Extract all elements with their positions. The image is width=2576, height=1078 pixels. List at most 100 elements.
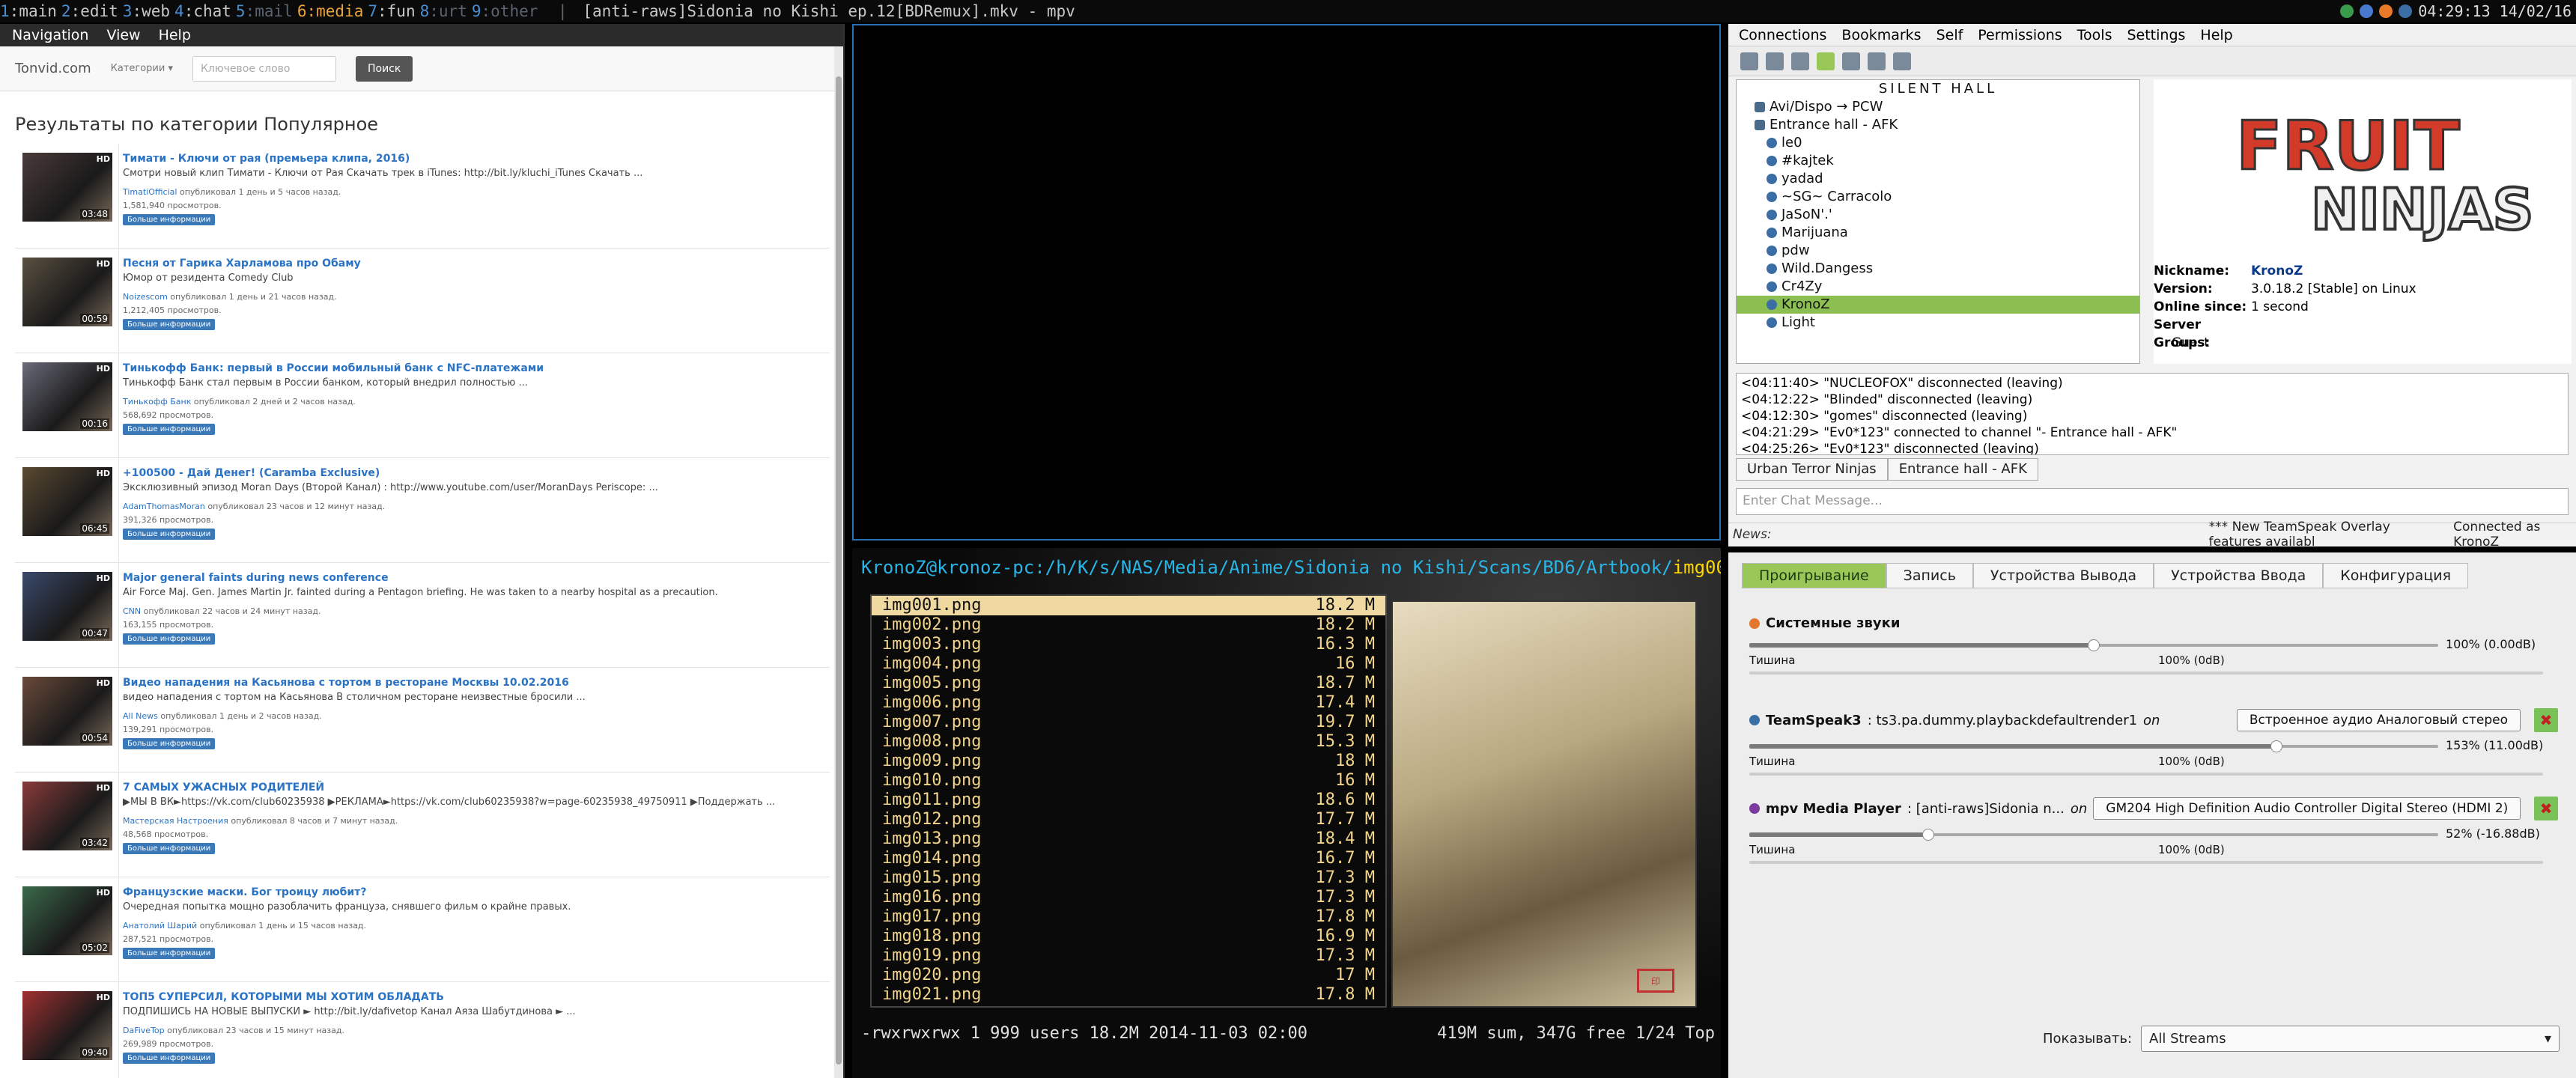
video-author-link[interactable]: Тинькофф Банк <box>123 397 191 406</box>
show-select[interactable]: All Streams ▾ <box>2141 1026 2560 1052</box>
menu-help[interactable]: Help <box>151 27 198 43</box>
file-row[interactable]: img010.png 16 M <box>872 771 1385 791</box>
tab-playback[interactable]: Проигрывание <box>1742 563 1886 588</box>
file-row[interactable]: img006.png 17.4 M <box>872 693 1385 713</box>
client-node[interactable]: pdw <box>1737 242 2139 260</box>
video-title-link[interactable]: Песня от Гарика Харламова про Обаму <box>123 258 361 270</box>
teamspeak-tray-icon[interactable] <box>2399 4 2413 18</box>
client-node[interactable]: ~SG~ Carracolo <box>1737 188 2139 206</box>
disconnect-icon[interactable] <box>1766 52 1784 70</box>
site-logo[interactable]: Tonvid.com <box>15 61 91 76</box>
file-row[interactable]: img013.png 18.4 M <box>872 829 1385 849</box>
video-author-link[interactable]: Мастерская Настроения <box>123 816 228 826</box>
workspace-web[interactable]: 3:web <box>123 0 170 22</box>
rocket-icon[interactable] <box>2379 4 2393 18</box>
workspace-chat[interactable]: 4:chat <box>174 0 231 22</box>
file-row[interactable]: img005.png 18.7 M <box>872 674 1385 693</box>
video-thumbnail[interactable]: HD 05:02 <box>22 886 112 955</box>
output-device-select[interactable]: Встроенное аудио Аналоговый стерео <box>2236 709 2521 731</box>
file-row[interactable]: img012.png 17.7 M <box>872 810 1385 829</box>
more-info-button[interactable]: Больше информации <box>123 843 216 854</box>
more-info-button[interactable]: Больше информации <box>123 738 216 749</box>
connect-icon[interactable] <box>1740 52 1758 70</box>
video-author-link[interactable]: DaFiveTop <box>123 1026 165 1035</box>
video-title-link[interactable]: Major general faints during news confere… <box>123 572 389 584</box>
mute-speakers-icon[interactable] <box>1842 52 1860 70</box>
more-info-button[interactable]: Больше информации <box>123 948 216 959</box>
tab-output-devices[interactable]: Устройства Вывода <box>1972 563 2154 588</box>
video-title-link[interactable]: Тинькофф Банк: первый в России мобильный… <box>123 362 544 374</box>
video-author-link[interactable]: CNN <box>123 606 141 616</box>
tab-server[interactable]: Urban Terror Ninjas <box>1736 458 1888 481</box>
menu-permissions[interactable]: Permissions <box>1972 27 2068 43</box>
volume-slider[interactable]: 153% (11.00dB) <box>1749 738 2558 753</box>
volume-slider[interactable]: 100% (0.00dB) <box>1749 637 2558 652</box>
client-node[interactable]: Light <box>1737 314 2139 332</box>
tab-configuration[interactable]: Конфигурация <box>2323 563 2469 588</box>
workspace-edit[interactable]: 2:edit <box>61 0 118 22</box>
video-title-link[interactable]: Тимати - Ключи от рая (премьера клипа, 2… <box>123 153 410 165</box>
more-info-button[interactable]: Больше информации <box>123 1053 216 1064</box>
tab-recording[interactable]: Запись <box>1886 563 1973 588</box>
file-row[interactable]: img016.png 17.3 M <box>872 888 1385 907</box>
more-info-button[interactable]: Больше информации <box>123 214 216 225</box>
away-icon[interactable] <box>1791 52 1809 70</box>
video-thumbnail[interactable]: HD 00:54 <box>22 677 112 746</box>
video-title-link[interactable]: 7 САМЫХ УЖАСНЫХ РОДИТЕЛЕЙ <box>123 782 324 794</box>
server-name[interactable]: SILENT HALL <box>1737 80 2139 98</box>
video-title-link[interactable]: +100500 - Дай Денег! (Caramba Exclusive) <box>123 467 380 479</box>
scrollbar-thumb[interactable] <box>836 76 842 1065</box>
client-node[interactable]: Wild.Dangess <box>1737 260 2139 278</box>
file-row[interactable]: img019.png 17.3 M <box>872 946 1385 966</box>
video-thumbnail[interactable]: HD 00:47 <box>22 572 112 641</box>
workspace-mail[interactable]: 5:mail <box>236 0 293 22</box>
video-author-link[interactable]: Noizescom <box>123 292 168 302</box>
chat-input[interactable]: Enter Chat Message... <box>1736 488 2569 515</box>
menu-bookmarks[interactable]: Bookmarks <box>1835 27 1927 43</box>
file-row[interactable]: img015.png 17.3 M <box>872 868 1385 888</box>
file-row[interactable]: img021.png 17.8 M <box>872 985 1385 1005</box>
more-info-button[interactable]: Больше информации <box>123 633 216 645</box>
video-thumbnail[interactable]: HD 09:40 <box>22 991 112 1060</box>
slider-knob[interactable] <box>2270 740 2282 752</box>
dropbox-icon[interactable] <box>2360 4 2374 18</box>
more-info-button[interactable]: Больше информации <box>123 319 216 330</box>
client-node[interactable]: Cr4Zy <box>1737 278 2139 296</box>
video-title-link[interactable]: Видео нападения на Касьянова с тортом в … <box>123 677 569 689</box>
output-device-select[interactable]: GM204 High Definition Audio Controller D… <box>2093 797 2521 820</box>
page-scrollbar[interactable] <box>834 46 843 1078</box>
menu-tools[interactable]: Tools <box>2071 27 2118 43</box>
file-row[interactable]: img020.png 17 M <box>872 966 1385 985</box>
video-author-link[interactable]: All News <box>123 711 158 721</box>
workspace-media[interactable]: 6:media <box>297 0 364 22</box>
video-thumbnail[interactable]: HD 03:48 <box>22 153 112 222</box>
more-info-button[interactable]: Больше информации <box>123 424 216 435</box>
mute-microphone-icon[interactable] <box>1817 52 1835 70</box>
file-row[interactable]: img007.png 19.7 M <box>872 713 1385 732</box>
network-icon[interactable] <box>2340 4 2354 18</box>
workspace-fun[interactable]: 7:fun <box>368 0 415 22</box>
workspace-urt[interactable]: 8:urt <box>420 0 467 22</box>
categories-dropdown[interactable]: Категории ▾ <box>111 63 173 74</box>
file-row[interactable]: img001.png 18.2 M <box>872 596 1385 615</box>
video-thumbnail[interactable]: HD 00:16 <box>22 362 112 431</box>
menu-view[interactable]: View <box>99 27 148 43</box>
subscribe-icon[interactable] <box>1868 52 1886 70</box>
file-row[interactable]: img008.png 15.3 M <box>872 732 1385 752</box>
contacts-icon[interactable] <box>1893 52 1911 70</box>
video-author-link[interactable]: Анатолий Шарий <box>123 921 197 931</box>
file-row[interactable]: img002.png 18.2 M <box>872 615 1385 635</box>
volume-slider[interactable]: 52% (-16.88dB) <box>1749 826 2558 841</box>
file-row[interactable]: img014.png 16.7 M <box>872 849 1385 868</box>
tab-input-devices[interactable]: Устройства Ввода <box>2154 563 2324 588</box>
file-row[interactable]: img018.png 16.9 M <box>872 927 1385 946</box>
video-thumbnail[interactable]: HD 06:45 <box>22 467 112 536</box>
file-row[interactable]: img009.png 18 M <box>872 752 1385 771</box>
video-title-link[interactable]: ТОП5 СУПЕРСИЛ, КОТОРЫМИ МЫ ХОТИМ ОБЛАДАТ… <box>123 991 444 1003</box>
file-row[interactable]: img003.png 16.3 M <box>872 635 1385 654</box>
menu-navigation[interactable]: Navigation <box>4 27 96 43</box>
workspace-other[interactable]: 9:other <box>472 0 538 22</box>
menu-help[interactable]: Help <box>2194 27 2238 43</box>
slider-knob[interactable] <box>1922 829 1935 841</box>
client-node[interactable]: KronoZ <box>1737 296 2139 314</box>
